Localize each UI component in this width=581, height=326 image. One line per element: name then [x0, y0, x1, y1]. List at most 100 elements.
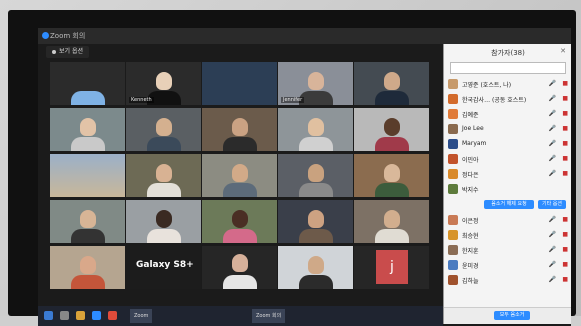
camera-off-icon: ■ [562, 95, 568, 102]
participant-name: 김예준 [462, 112, 479, 119]
participant-row[interactable]: 김하늘 🎤 ■ [448, 274, 570, 287]
avatar [448, 184, 458, 194]
video-tile[interactable] [354, 200, 429, 243]
close-icon[interactable]: ✕ [560, 47, 566, 55]
video-tile[interactable] [202, 246, 277, 289]
participant-row[interactable]: 최승현 🎤 ■ [448, 229, 570, 242]
avatar [448, 154, 458, 164]
tile-face [384, 118, 400, 136]
tile-face [156, 72, 172, 90]
participant-row[interactable]: 한국감사… (공동 호스트) 🎤 ■ [448, 93, 570, 106]
participant-row[interactable]: 박지수 [448, 183, 570, 196]
participant-row[interactable]: 윤미경 🎤 ■ [448, 259, 570, 272]
tile-person [223, 275, 257, 289]
video-tile[interactable] [354, 154, 429, 197]
camera-off-icon: ■ [562, 110, 568, 117]
participant-row[interactable]: Joe Lee 🎤 ■ [448, 123, 570, 136]
avatar [448, 230, 458, 240]
tile-face [308, 256, 324, 274]
video-tile[interactable] [50, 154, 125, 197]
tile-person [375, 229, 409, 243]
video-tile[interactable] [278, 154, 353, 197]
tile-name: Kenneth [129, 97, 154, 103]
tile-face [232, 254, 248, 272]
tile-name: Jennifer [281, 97, 305, 103]
video-tile[interactable]: Kenneth [126, 62, 201, 105]
taskbar-zoom-meeting[interactable]: Zoom 회의 [252, 309, 286, 323]
participant-row[interactable]: 정다은 🎤 ■ [448, 168, 570, 181]
participant-row[interactable]: 이민아 🎤 ■ [448, 153, 570, 166]
video-tile[interactable] [126, 108, 201, 151]
video-tile[interactable] [354, 62, 429, 105]
screen: Zoom 회의 보기 옵션 Kenneth Jennifer Galaxy S8… [38, 28, 571, 326]
mic-muted-icon: 🎤 [548, 140, 556, 147]
taskbar-zoom[interactable]: Zoom [130, 309, 153, 323]
tile-face [80, 256, 96, 274]
mic-muted-icon: 🎤 [548, 261, 556, 268]
video-tile[interactable] [50, 200, 125, 243]
participant-name: Joe Lee [462, 125, 484, 132]
video-tile[interactable] [354, 108, 429, 151]
view-dot-icon [52, 49, 56, 54]
video-tile[interactable] [278, 108, 353, 151]
window-titlebar: Zoom 회의 [38, 28, 571, 44]
video-tile[interactable] [202, 154, 277, 197]
tile-face [308, 164, 324, 182]
video-tile[interactable]: j [354, 246, 429, 289]
mic-muted-icon: 🎤 [548, 155, 556, 162]
more-options-button[interactable]: 기타 옵션 [538, 200, 566, 209]
participant-row[interactable]: 고영준 (호스트, 나) 🎤 ■ [448, 78, 570, 91]
participant-name: 최승현 [462, 233, 479, 240]
video-tile[interactable] [50, 246, 125, 289]
video-tile[interactable] [50, 108, 125, 151]
tile-face [308, 72, 324, 90]
avatar [448, 79, 458, 89]
video-tile[interactable] [50, 62, 125, 105]
video-tile[interactable]: Galaxy S8+ [126, 246, 201, 289]
participant-name: 이은정 [462, 218, 479, 225]
participant-search-input[interactable] [450, 62, 566, 74]
avatar [448, 109, 458, 119]
windows-taskbar: Zoom Zoom 회의 [38, 306, 443, 326]
participant-row[interactable]: 이은정 🎤 ■ [448, 214, 570, 227]
video-tile[interactable] [126, 200, 201, 243]
mic-muted-icon: 🎤 [548, 246, 556, 253]
video-tile[interactable] [202, 62, 277, 105]
tile-person [147, 183, 181, 197]
video-tile[interactable] [278, 200, 353, 243]
video-tile[interactable] [126, 154, 201, 197]
avatar [448, 94, 458, 104]
camera-off-icon: ■ [562, 276, 568, 283]
video-tile[interactable] [202, 200, 277, 243]
tile-person [375, 91, 409, 105]
mic-muted-icon: 🎤 [548, 80, 556, 87]
tile-face [232, 164, 248, 182]
video-grid: Kenneth Jennifer Galaxy S8+ j [46, 62, 441, 296]
view-options-button[interactable]: 보기 옵션 [46, 46, 89, 58]
zoom-logo-icon [42, 32, 49, 39]
video-tile[interactable] [202, 108, 277, 151]
tile-person [223, 229, 257, 243]
tile-person [223, 183, 257, 197]
tile-person [299, 275, 333, 289]
video-tile[interactable] [278, 246, 353, 289]
participants-panel: 참가자(38) ✕ 고영준 (호스트, 나) 🎤 ■ 한국감사… (공동 호스트) 🎤… [443, 44, 571, 324]
participant-name: 한지훈 [462, 248, 479, 255]
participant-row[interactable]: 한지훈 🎤 ■ [448, 244, 570, 257]
participant-name: 한국감사… (공동 호스트) [462, 97, 527, 104]
avatar [448, 245, 458, 255]
tile-face [80, 118, 96, 136]
participant-row[interactable]: 김예준 🎤 ■ [448, 108, 570, 121]
galaxy-label: Galaxy S8+ [136, 260, 194, 270]
participant-row[interactable]: Maryam 🎤 ■ [448, 138, 570, 151]
ask-unmute-button[interactable]: 음소거 해제 요청 [484, 200, 534, 209]
video-tile[interactable]: Jennifer [278, 62, 353, 105]
camera-off-icon: ■ [562, 246, 568, 253]
tile-person [147, 229, 181, 243]
window-title: Zoom 회의 [50, 32, 86, 40]
camera-off-icon: ■ [562, 170, 568, 177]
participant-name: 이민아 [462, 157, 479, 164]
participant-name: 정다은 [462, 172, 479, 179]
participant-name: 윤미경 [462, 263, 479, 270]
avatar [448, 215, 458, 225]
